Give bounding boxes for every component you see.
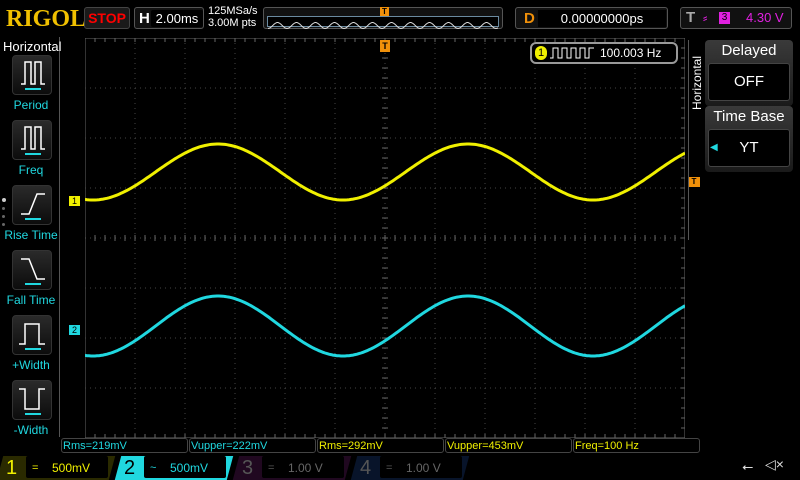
menu-label: Rise Time (4, 228, 58, 242)
measurement-item: Freq=100 Hz (573, 438, 700, 453)
delayed-button[interactable]: Delayed OFF (705, 40, 793, 106)
menu-label: Fall Time (6, 293, 56, 307)
rise-time-icon (21, 193, 45, 220)
channel-4-button[interactable]: 4 = 1.00 V (350, 456, 470, 480)
ch2-offset-marker[interactable]: 2 (69, 325, 80, 335)
acquisition-info: 125MSa/s 3.00M pts (208, 5, 258, 29)
frequency-counter: 1 100.003 Hz (530, 42, 678, 64)
delay-value: 0.00000000ps (538, 10, 666, 27)
menu-button-period[interactable] (12, 55, 52, 95)
delay-box[interactable]: D 0.00000000ps (515, 7, 668, 29)
time-base-button[interactable]: Time Base YT ◀ (705, 106, 793, 172)
t-label: T (686, 9, 696, 26)
channel-scale: 500mV (52, 461, 91, 475)
channel-bar: 1 = 500mV 2 ~ 500mV 3 = 1.00 V 4 = 1.00 … (0, 454, 800, 480)
channel-number: 1 (6, 457, 18, 479)
delayed-value: OFF (708, 63, 790, 101)
menu-label: Freq (18, 163, 44, 177)
rigol-logo: RIGOL (6, 6, 87, 32)
channel-scale: 1.00 V (406, 461, 441, 475)
left-menu-title: Horizontal (3, 39, 62, 54)
mute-icon[interactable]: ◁× (765, 456, 784, 473)
measurement-item: Rms=292mV (317, 438, 444, 453)
trigger-level: 4.30 V (746, 10, 784, 25)
measurement-item: Vupper=222mV (189, 438, 316, 453)
fall-time-icon (21, 258, 45, 285)
channel-number: 2 (124, 457, 136, 479)
waveform-grid (85, 38, 685, 438)
left-menu: Horizontal Period Freq Rise Time Fall Time +… (0, 37, 62, 437)
overview-waveform (267, 16, 499, 30)
menu-button-rise-time[interactable] (12, 185, 52, 225)
channel-3-button[interactable]: 3 = 1.00 V (232, 456, 352, 480)
menu-label: -Width (13, 423, 49, 437)
trigger-position-marker: T (380, 7, 389, 16)
d-label: D (524, 10, 535, 27)
coupling-icon: = (32, 462, 39, 474)
rising-edge-icon: ⸗ (703, 10, 708, 25)
time-base-title: Time Base (713, 108, 785, 125)
period-icon (21, 61, 45, 90)
coupling-icon: ~ (150, 462, 157, 474)
ch2-waveform (85, 294, 685, 358)
delayed-title: Delayed (721, 42, 777, 59)
usb-icon: ⭠ (742, 458, 754, 474)
time-base-value: YT (708, 129, 790, 167)
channel-scale: 500mV (170, 461, 209, 475)
channel-scale: 1.00 V (288, 461, 323, 475)
sample-rate: 125MSa/s (208, 5, 258, 17)
square-wave-icon (550, 47, 594, 59)
memory-depth: 3.00M pts (208, 17, 257, 29)
ch1-offset-marker[interactable]: 1 (69, 196, 80, 206)
channel-number: 4 (360, 457, 372, 479)
menu-button-fall-time[interactable] (12, 250, 52, 290)
page-indicator (2, 198, 6, 226)
measurement-item: Rms=219mV (61, 438, 188, 453)
h-label: H (139, 10, 150, 27)
counter-value: 100.003 Hz (600, 46, 662, 60)
trigger-source: 3 (719, 12, 730, 24)
timebase-box[interactable]: H 2.00ms (134, 7, 204, 29)
measurement-item: Vupper=453mV (445, 438, 572, 453)
positive-width-icon (19, 323, 45, 350)
ch1-waveform (85, 142, 685, 202)
trigger-time-marker[interactable]: T (380, 40, 390, 52)
menu-button--width[interactable] (12, 315, 52, 355)
menu-button-freq[interactable] (12, 120, 52, 160)
coupling-icon: = (268, 462, 275, 474)
channel-number: 3 (242, 457, 254, 479)
right-menu-title: Horizontal (690, 55, 704, 110)
freq-icon (21, 126, 45, 155)
selector-arrow-icon: ◀ (710, 142, 718, 153)
channel-2-button[interactable]: 2 ~ 500mV (114, 456, 234, 480)
channel-1-button[interactable]: 1 = 500mV (0, 456, 116, 480)
right-menu-side: Horizontal (688, 40, 704, 240)
counter-channel: 1 (535, 46, 547, 60)
trigger-box[interactable]: T ⸗ 3 4.30 V (680, 7, 792, 29)
timebase-value: 2.00ms (151, 10, 203, 27)
run-stop-status[interactable]: STOP (84, 7, 130, 29)
menu-button--width[interactable] (12, 380, 52, 420)
menu-label: Period (13, 98, 49, 112)
coupling-icon: = (386, 462, 393, 474)
memory-overview[interactable]: T (263, 7, 503, 30)
negative-width-icon (19, 388, 45, 415)
menu-label: +Width (12, 358, 50, 372)
